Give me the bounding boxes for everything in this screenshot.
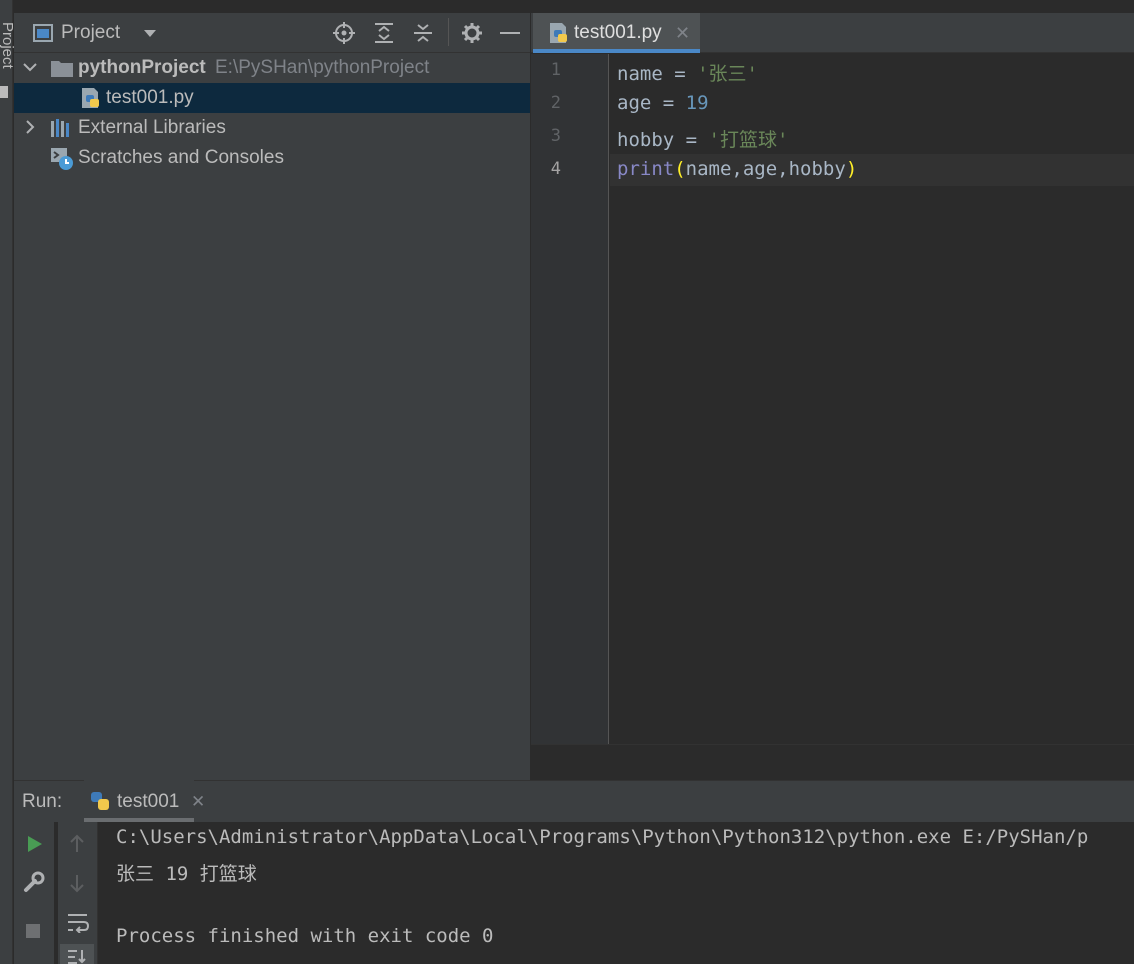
rerun-icon[interactable] [26, 834, 44, 854]
stop-icon[interactable] [26, 924, 40, 938]
code-line-3[interactable]: hobby = '打篮球' [617, 125, 788, 152]
console-program-output: 张三 19 打篮球 [116, 863, 257, 885]
line-number: 3 [550, 126, 561, 146]
code-line-4[interactable]: print(name,age,hobby) [617, 158, 857, 180]
gear-icon[interactable] [461, 22, 483, 44]
stripe-square-icon [0, 86, 8, 98]
tree-file-name: test001.py [106, 87, 194, 108]
project-panel-title[interactable]: Project [61, 22, 120, 44]
close-icon[interactable]: ✕ [191, 792, 205, 812]
python-icon [89, 790, 111, 812]
header-divider [448, 18, 449, 46]
line-number-gutter [531, 54, 609, 744]
expand-all-icon[interactable] [373, 22, 395, 44]
code-line-2[interactable]: age = 19 [617, 92, 709, 114]
locate-icon[interactable] [333, 22, 355, 44]
chevron-down-icon[interactable] [22, 61, 38, 73]
left-tool-stripe [0, 0, 13, 964]
console-command-line: C:\Users\Administrator\AppData\Local\Pro… [116, 826, 1089, 848]
line-number: 2 [550, 93, 561, 113]
close-icon[interactable]: ✕ [675, 23, 690, 44]
chevron-down-icon[interactable] [143, 29, 157, 38]
editor-bottom-area [531, 744, 1134, 780]
line-number: 1 [550, 60, 561, 80]
collapse-all-icon[interactable] [412, 22, 434, 44]
console-exit-message: Process finished with exit code 0 [116, 925, 494, 947]
tree-scratches-label: Scratches and Consoles [78, 147, 284, 168]
python-file-icon [80, 87, 102, 109]
run-tab-label: test001 [117, 791, 180, 812]
tree-root-name: pythonProject [78, 57, 206, 78]
chevron-right-icon[interactable] [24, 119, 36, 135]
tree-root-path: E:\PySHan\pythonProject [215, 57, 430, 78]
folder-icon [50, 58, 74, 78]
scroll-to-end-icon [67, 949, 87, 964]
scratches-icon [50, 147, 74, 171]
active-tab-indicator [533, 49, 700, 53]
code-line-1[interactable]: name = '张三' [617, 59, 758, 86]
minimize-icon[interactable] [500, 32, 520, 34]
run-panel-label: Run: [22, 791, 63, 812]
arrow-down-icon[interactable] [68, 873, 86, 893]
arrow-up-icon[interactable] [68, 834, 86, 854]
soft-wrap-icon[interactable] [66, 911, 90, 933]
wrench-icon[interactable] [23, 871, 45, 893]
python-file-icon [548, 22, 570, 44]
library-icon [50, 118, 72, 138]
line-number: 4 [550, 159, 561, 179]
tree-external-libraries-label: External Libraries [78, 117, 226, 138]
editor-tab-label: test001.py [574, 22, 662, 43]
project-view-icon [33, 24, 53, 42]
